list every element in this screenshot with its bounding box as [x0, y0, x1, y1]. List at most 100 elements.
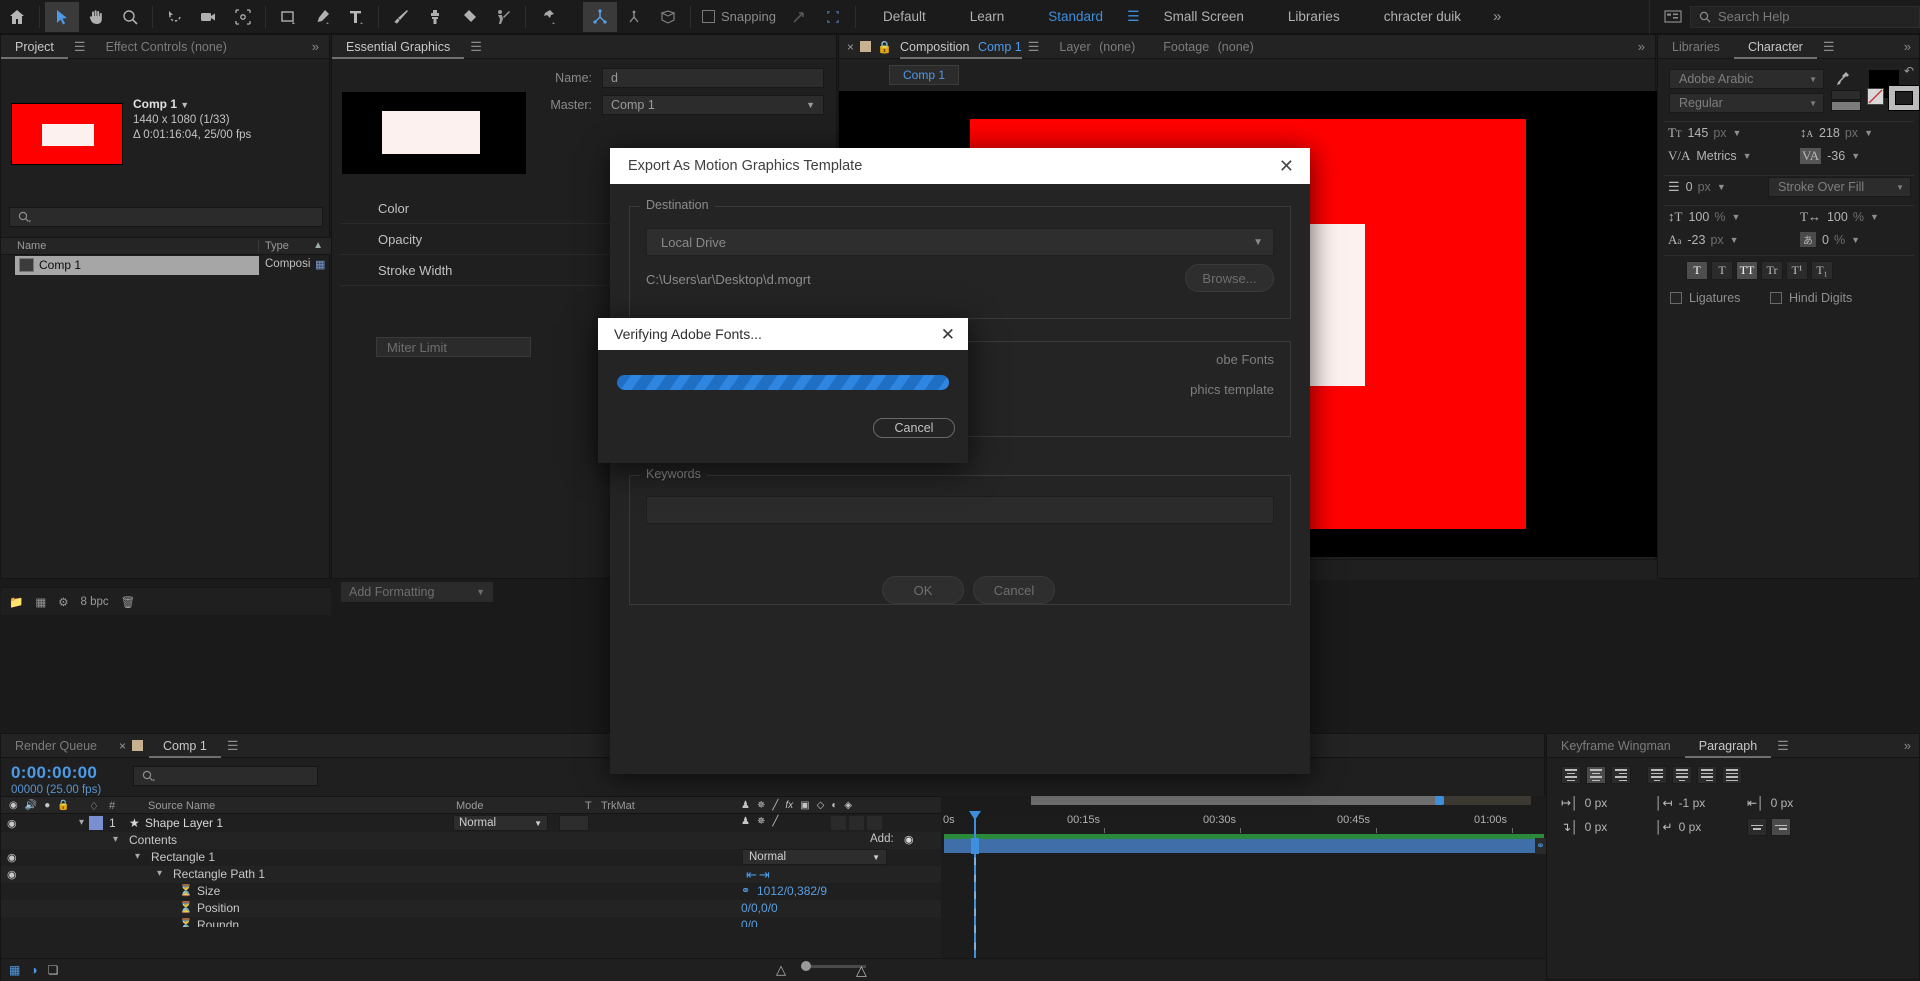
- work-area-bar[interactable]: [1031, 796, 1531, 805]
- tab-paragraph[interactable]: Paragraph: [1684, 734, 1772, 758]
- property-value[interactable]: 0/0: [741, 918, 758, 927]
- stroke-preview-swatch[interactable]: [1831, 101, 1861, 111]
- switches-icons[interactable]: ♟ ✵ ╱ fx ▣ ◇ ◐ ◈: [741, 800, 852, 811]
- snapping-checkbox[interactable]: [702, 10, 715, 23]
- chevron-down-icon[interactable]: ▼: [1851, 235, 1860, 245]
- chevron-down-icon[interactable]: ▼: [1730, 235, 1739, 245]
- chevron-down-icon[interactable]: ▼: [1864, 128, 1873, 138]
- tab-project[interactable]: Project: [1, 35, 68, 59]
- character-panel[interactable]: Libraries Character ☰ » Adobe Arabic ▼ ↶…: [1657, 34, 1920, 579]
- chevron-down-icon[interactable]: ▼: [1870, 212, 1879, 222]
- playhead-handle[interactable]: [971, 838, 979, 854]
- orbit-tool-icon[interactable]: [617, 2, 651, 32]
- time-ruler[interactable]: 0s 00:15s 00:30s 00:45s 01:00s: [941, 814, 1546, 833]
- export-dialog-titlebar[interactable]: Export As Motion Graphics Template ✕: [610, 148, 1310, 184]
- indent-right-value[interactable]: -1 px: [1679, 796, 1706, 810]
- space-before-value[interactable]: 0 px: [1771, 796, 1794, 810]
- stroke-width-value[interactable]: 0: [1686, 180, 1693, 194]
- property-name[interactable]: Position: [197, 901, 240, 915]
- hindi-digits-checkbox[interactable]: [1770, 292, 1782, 304]
- small-caps-button[interactable]: Tr: [1761, 261, 1783, 280]
- motion-blur-icon[interactable]: ╱: [772, 800, 778, 811]
- stroke-color-swatch[interactable]: [1888, 85, 1920, 113]
- close-icon[interactable]: ✕: [1279, 157, 1294, 175]
- eg-name-row[interactable]: Name: d: [528, 68, 828, 88]
- top-toolbar[interactable]: Snapping Default Learn Standard ☰ Small …: [0, 0, 1920, 34]
- kerning-value[interactable]: Metrics: [1696, 149, 1736, 163]
- timeline-search-input[interactable]: [133, 766, 318, 786]
- leading-field[interactable]: ↕A 218 px ▼: [1800, 125, 1873, 141]
- current-time-value[interactable]: 0:00:00:00: [11, 763, 101, 783]
- rotation-tool-icon[interactable]: [158, 2, 192, 32]
- roto-brush-tool-icon[interactable]: [486, 2, 520, 32]
- superscript-button[interactable]: T¹: [1786, 261, 1808, 280]
- tab-composition[interactable]: Composition Comp 1: [899, 35, 1022, 59]
- eg-master-select[interactable]: Comp 1 ▼: [602, 95, 824, 115]
- composition-overflow-icon[interactable]: »: [1632, 39, 1655, 54]
- cancel-button[interactable]: Cancel: [873, 418, 955, 438]
- faux-bold-button[interactable]: T: [1686, 261, 1708, 280]
- eraser-tool-icon[interactable]: [452, 2, 486, 32]
- layer-name[interactable]: Shape Layer 1: [145, 816, 223, 830]
- composition-menu-icon[interactable]: ☰: [1022, 39, 1046, 55]
- shape-tool-icon[interactable]: [271, 2, 305, 32]
- visibility-icon[interactable]: ◉: [7, 868, 17, 881]
- expand-chevron-icon[interactable]: ▾: [135, 851, 140, 862]
- property-value[interactable]: 0/0,0/0: [741, 901, 778, 915]
- quality-icon[interactable]: ◈: [844, 800, 852, 811]
- snap-to-point-icon[interactable]: [782, 2, 816, 32]
- camera-tool-icon[interactable]: [192, 2, 226, 32]
- tsume-field[interactable]: あ 0 % ▼: [1800, 232, 1860, 247]
- zoom-tool-icon[interactable]: [113, 2, 147, 32]
- timeline-bottom-toolbar[interactable]: ▦ ◑ ❏ △ △: [1, 958, 1546, 981]
- chevron-down-icon[interactable]: ▼: [180, 100, 189, 110]
- tab-effect-controls[interactable]: Effect Controls (none): [92, 35, 241, 59]
- project-panel[interactable]: Project ☰ Effect Controls (none) » Comp …: [0, 34, 331, 615]
- av-features-icons[interactable]: ◉ 🔊 ● 🔒: [9, 800, 70, 811]
- ligatures-checkbox-row[interactable]: Ligatures: [1670, 291, 1740, 305]
- destination-path[interactable]: C:\Users\ar\Desktop\d.mogrt: [646, 272, 811, 287]
- color-depth-label[interactable]: 8 bpc: [81, 596, 109, 608]
- selection-tool-icon[interactable]: [45, 1, 79, 32]
- font-style-select[interactable]: Regular ▼: [1669, 93, 1824, 113]
- chevron-down-icon[interactable]: ▼: [1731, 212, 1740, 222]
- add-formatting-button[interactable]: Add Formatting ▼: [340, 581, 494, 603]
- new-folder-icon[interactable]: 📁: [9, 595, 23, 609]
- adjustment-layer-icon[interactable]: ▣: [800, 800, 809, 811]
- eg-name-input[interactable]: d: [602, 68, 824, 88]
- workspace-bar[interactable]: Default Learn Standard ☰ Small Screen Li…: [861, 8, 1511, 25]
- parent-link-icon[interactable]: ⚭: [1535, 838, 1546, 854]
- group-name[interactable]: Rectangle Path 1: [173, 867, 265, 881]
- character-menu-icon[interactable]: ☰: [1817, 39, 1841, 55]
- zoom-out-icon[interactable]: △: [776, 962, 786, 978]
- current-time-display[interactable]: 0:00:00:00 00000 (25.00 fps): [11, 763, 101, 796]
- video-visibility-icon[interactable]: ◉: [9, 800, 18, 811]
- home-icon[interactable]: [0, 2, 34, 32]
- motion-blur-toolbar-icon[interactable]: ❏: [48, 963, 59, 977]
- tab-keyframe-wingman[interactable]: Keyframe Wingman: [1547, 734, 1685, 758]
- column-sort-icon[interactable]: ▲: [313, 240, 323, 251]
- first-line-indent-field[interactable]: ↴│ 0 px: [1561, 820, 1607, 834]
- collapse-transform-icon[interactable]: ◐: [831, 800, 837, 811]
- right-dock-tabbar[interactable]: Libraries Character ☰ »: [1658, 35, 1919, 59]
- space-after-value[interactable]: 0 px: [1679, 820, 1702, 834]
- project-search-input[interactable]: [9, 207, 323, 227]
- rtl-direction-button[interactable]: [1771, 818, 1791, 836]
- 3d-mesh-icon[interactable]: [651, 2, 685, 32]
- stroke-order-select-wrap[interactable]: Stroke Over Fill ▼: [1768, 177, 1911, 197]
- workspace-learn[interactable]: Learn: [948, 9, 1027, 24]
- align-right-button[interactable]: [1611, 766, 1631, 784]
- faux-italic-button[interactable]: T: [1711, 261, 1733, 280]
- space-after-field[interactable]: │↵ 0 px: [1655, 820, 1701, 834]
- stopwatch-icon[interactable]: ⏳: [179, 901, 193, 914]
- justify-last-right-button[interactable]: [1697, 766, 1717, 784]
- path-direction-icons[interactable]: ⇤⇥: [746, 867, 772, 883]
- space-before-field[interactable]: ⇤│ 0 px: [1747, 796, 1793, 810]
- audio-icon[interactable]: 🔊: [25, 800, 37, 811]
- toggle-switches-modes-icon[interactable]: ▦: [9, 963, 20, 977]
- no-fill-icon[interactable]: [1867, 88, 1884, 105]
- column-header-name[interactable]: Name: [1, 240, 259, 252]
- column-header-trkmat[interactable]: TrkMat: [601, 800, 635, 812]
- chevron-down-icon[interactable]: ▼: [1851, 151, 1860, 161]
- verifying-adobe-fonts-dialog[interactable]: Verifying Adobe Fonts... ✕ Cancel: [598, 318, 968, 463]
